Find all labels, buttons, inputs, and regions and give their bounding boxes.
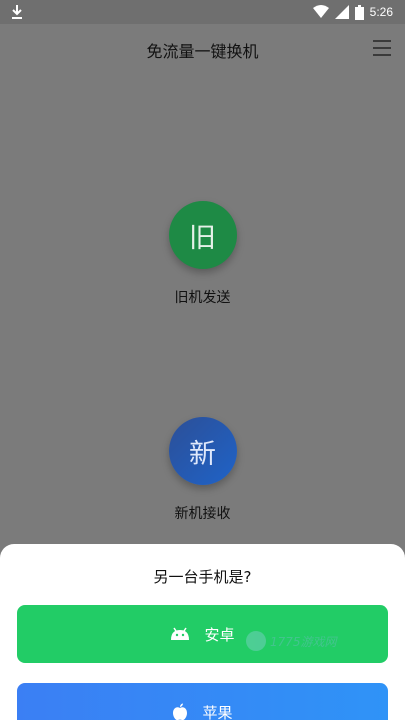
old-phone-send-label: 旧机发送 (174, 290, 231, 306)
apple-label: 苹果 (202, 703, 233, 720)
app-header: 免流量一键换机 (0, 24, 405, 74)
new-phone-glyph: 新 (189, 438, 216, 470)
menu-line (373, 54, 391, 56)
wifi-icon (312, 5, 329, 18)
download-icon (12, 5, 22, 19)
sheet-title: 另一台手机是? (153, 568, 252, 586)
old-phone-send-button[interactable]: 旧 (168, 201, 237, 269)
android-label: 安卓 (204, 625, 235, 644)
old-phone-send: 旧 旧机发送 (0, 201, 405, 307)
status-bar: 5:26 (0, 0, 405, 24)
apple-button[interactable]: 苹果 (17, 683, 388, 720)
status-time: 5:26 (369, 5, 393, 19)
android-icon (171, 627, 190, 640)
watermark-text: 1775游戏网 (270, 634, 337, 649)
battery-icon (354, 4, 364, 20)
watermark-logo-icon (246, 631, 266, 651)
apple-icon (173, 703, 188, 720)
status-icons: 5:26 (312, 3, 393, 21)
new-phone-receive-label: 新机接收 (174, 506, 231, 522)
new-phone-receive: 新 新机接收 (0, 417, 405, 523)
menu-icon[interactable] (373, 40, 391, 56)
menu-line (373, 47, 391, 49)
old-phone-glyph: 旧 (189, 222, 216, 254)
watermark: 1775游戏网 (246, 629, 358, 653)
menu-line (373, 40, 391, 42)
page-title: 免流量一键换机 (146, 42, 259, 61)
new-phone-receive-button[interactable]: 新 (168, 417, 237, 485)
cellular-icon (334, 5, 349, 19)
